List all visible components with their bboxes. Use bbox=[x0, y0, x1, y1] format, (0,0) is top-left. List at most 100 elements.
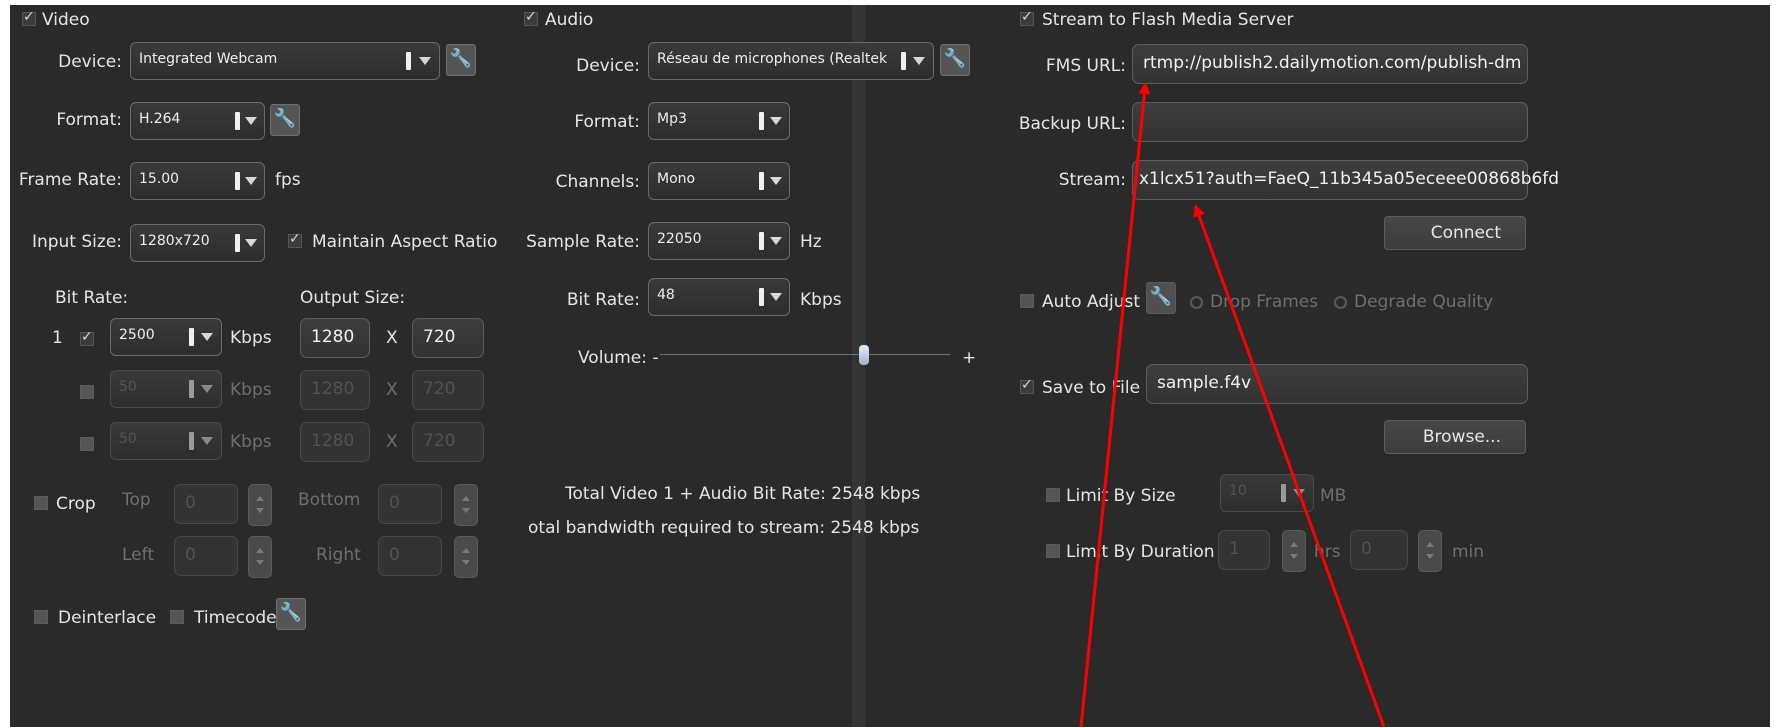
frame-rate-select[interactable]: 15.00 bbox=[130, 162, 265, 200]
crop-left-input[interactable]: 0 bbox=[174, 536, 238, 576]
combo-separator bbox=[235, 112, 240, 130]
volume-plus: + bbox=[962, 348, 977, 368]
output-height-3-input[interactable]: 720 bbox=[412, 422, 484, 462]
save-file-input[interactable]: sample.f4v bbox=[1146, 364, 1528, 404]
output-width-3-value: 1280 bbox=[311, 431, 355, 451]
fms-url-value: rtmp://publish2.dailymotion.com/publish-… bbox=[1143, 53, 1522, 73]
stream-fms-checkbox[interactable] bbox=[1020, 9, 1034, 26]
crop-bottom-input[interactable]: 0 bbox=[378, 484, 442, 524]
audio-device-value: Réseau de microphones (Realtek bbox=[657, 51, 888, 67]
drop-frames-radio[interactable] bbox=[1190, 296, 1203, 309]
audio-format-select[interactable]: Mp3 bbox=[648, 102, 790, 140]
limit-size-select[interactable]: 10 bbox=[1220, 474, 1314, 512]
crop-checkbox[interactable] bbox=[34, 496, 48, 510]
bitrate-row-3-unit: Kbps bbox=[230, 432, 272, 452]
audio-format-value: Mp3 bbox=[657, 111, 687, 127]
video-checkbox[interactable] bbox=[22, 9, 36, 26]
video-device-value: Integrated Webcam bbox=[139, 51, 278, 67]
bitrate-row-1-checkbox[interactable] bbox=[80, 329, 94, 346]
fms-url-input[interactable]: rtmp://publish2.dailymotion.com/publish-… bbox=[1132, 44, 1528, 84]
video-device-select[interactable]: Integrated Webcam bbox=[130, 42, 440, 80]
audio-device-select[interactable]: Réseau de microphones (Realtek bbox=[648, 42, 934, 80]
crop-right-value: 0 bbox=[389, 545, 400, 565]
timecode-checkbox[interactable] bbox=[170, 610, 184, 624]
crop-label: Crop bbox=[56, 494, 96, 514]
degrade-quality-radio[interactable] bbox=[1334, 296, 1347, 309]
deinterlace-checkbox[interactable] bbox=[34, 610, 48, 624]
output-width-1-value: 1280 bbox=[311, 327, 355, 347]
crop-right-input[interactable]: 0 bbox=[378, 536, 442, 576]
output-height-1-input[interactable]: 720 bbox=[412, 318, 484, 358]
input-size-select[interactable]: 1280x720 bbox=[130, 224, 265, 262]
output-width-2-value: 1280 bbox=[311, 379, 355, 399]
timecode-wrench-icon[interactable]: 🔧 bbox=[276, 598, 306, 630]
bitrate-row-3-value: 50 bbox=[119, 431, 137, 447]
output-width-1-input[interactable]: 1280 bbox=[300, 318, 370, 358]
output-height-2-input[interactable]: 720 bbox=[412, 370, 484, 410]
audio-bit-rate-select[interactable]: 48 bbox=[648, 278, 790, 316]
bitrate-row-1-select[interactable]: 2500 bbox=[110, 318, 222, 356]
sample-rate-select[interactable]: 22050 bbox=[648, 222, 790, 260]
limit-minutes-input[interactable]: 0 bbox=[1350, 530, 1408, 570]
channels-select[interactable]: Mono bbox=[648, 162, 790, 200]
audio-checkbox[interactable] bbox=[524, 9, 538, 26]
limit-hours-input[interactable]: 1 bbox=[1218, 530, 1270, 570]
bitrate-row-1-unit: Kbps bbox=[230, 328, 272, 348]
volume-label: Volume: - bbox=[578, 348, 659, 368]
crop-bottom-value: 0 bbox=[389, 493, 400, 513]
audio-device-wrench-icon[interactable]: 🔧 bbox=[940, 44, 970, 76]
auto-adjust-checkbox[interactable] bbox=[1020, 294, 1034, 308]
browse-button[interactable]: Browse... bbox=[1384, 420, 1526, 454]
limit-hours-spinner[interactable] bbox=[1282, 530, 1306, 572]
limit-minutes-spinner[interactable] bbox=[1418, 530, 1442, 572]
input-size-label: Input Size: bbox=[31, 232, 122, 252]
bitrate-row-3-select[interactable]: 50 bbox=[110, 422, 222, 460]
fms-url-label: FMS URL: bbox=[1045, 56, 1126, 76]
crop-bottom-label: Bottom bbox=[298, 490, 361, 510]
bitrate-row-1-value: 2500 bbox=[119, 327, 155, 343]
drop-frames-label: Drop Frames bbox=[1210, 292, 1319, 312]
stream-name-input[interactable]: x1lcx51?auth=FaeQ_11b345a05eceee00868b6f… bbox=[1132, 160, 1559, 200]
backup-url-input[interactable] bbox=[1132, 102, 1528, 142]
save-to-file-checkbox[interactable] bbox=[1020, 377, 1034, 394]
output-width-2-input[interactable]: 1280 bbox=[300, 370, 370, 410]
connect-button[interactable]: Connect bbox=[1384, 216, 1526, 250]
chevron-down-icon bbox=[245, 177, 257, 185]
video-section-label: Video bbox=[42, 10, 90, 30]
limit-size-checkbox[interactable] bbox=[1046, 488, 1060, 502]
bitrate-row-2-select[interactable]: 50 bbox=[110, 370, 222, 408]
combo-separator bbox=[235, 234, 240, 252]
limit-minutes-value: 0 bbox=[1361, 539, 1372, 559]
video-format-wrench-icon[interactable]: 🔧 bbox=[270, 104, 300, 136]
crop-left-label: Left bbox=[122, 545, 154, 565]
audio-bit-rate-value: 48 bbox=[657, 287, 675, 303]
chevron-down-icon bbox=[201, 385, 213, 393]
limit-duration-checkbox[interactable] bbox=[1046, 544, 1060, 558]
output-width-3-input[interactable]: 1280 bbox=[300, 422, 370, 462]
video-device-wrench-icon[interactable]: 🔧 bbox=[446, 44, 476, 76]
combo-separator bbox=[189, 432, 194, 450]
combo-separator bbox=[759, 112, 764, 130]
bitrate-row-index: 1 bbox=[52, 328, 63, 348]
crop-right-spinner[interactable] bbox=[454, 536, 478, 578]
chevron-down-icon bbox=[201, 437, 213, 445]
bitrate-row-2-checkbox[interactable] bbox=[80, 385, 94, 399]
limit-hours-value: 1 bbox=[1229, 539, 1240, 559]
bitrate-row-3-checkbox[interactable] bbox=[80, 437, 94, 451]
volume-slider[interactable] bbox=[660, 342, 950, 372]
stream-name-value: x1lcx51?auth=FaeQ_11b345a05eceee00868b6f… bbox=[1139, 169, 1560, 189]
auto-adjust-wrench-icon[interactable]: 🔧 bbox=[1146, 282, 1176, 314]
crop-bottom-spinner[interactable] bbox=[454, 484, 478, 526]
chevron-down-icon bbox=[1293, 489, 1305, 497]
crop-top-input[interactable]: 0 bbox=[174, 484, 238, 524]
combo-separator bbox=[759, 232, 764, 250]
size-separator: X bbox=[386, 432, 398, 452]
volume-slider-thumb[interactable] bbox=[858, 345, 869, 365]
video-format-select[interactable]: H.264 bbox=[130, 102, 265, 140]
combo-separator bbox=[235, 172, 240, 190]
crop-top-spinner[interactable] bbox=[248, 484, 272, 526]
save-file-value: sample.f4v bbox=[1157, 373, 1252, 393]
fps-unit: fps bbox=[275, 170, 301, 190]
maintain-aspect-checkbox[interactable] bbox=[288, 231, 302, 248]
crop-left-spinner[interactable] bbox=[248, 536, 272, 578]
